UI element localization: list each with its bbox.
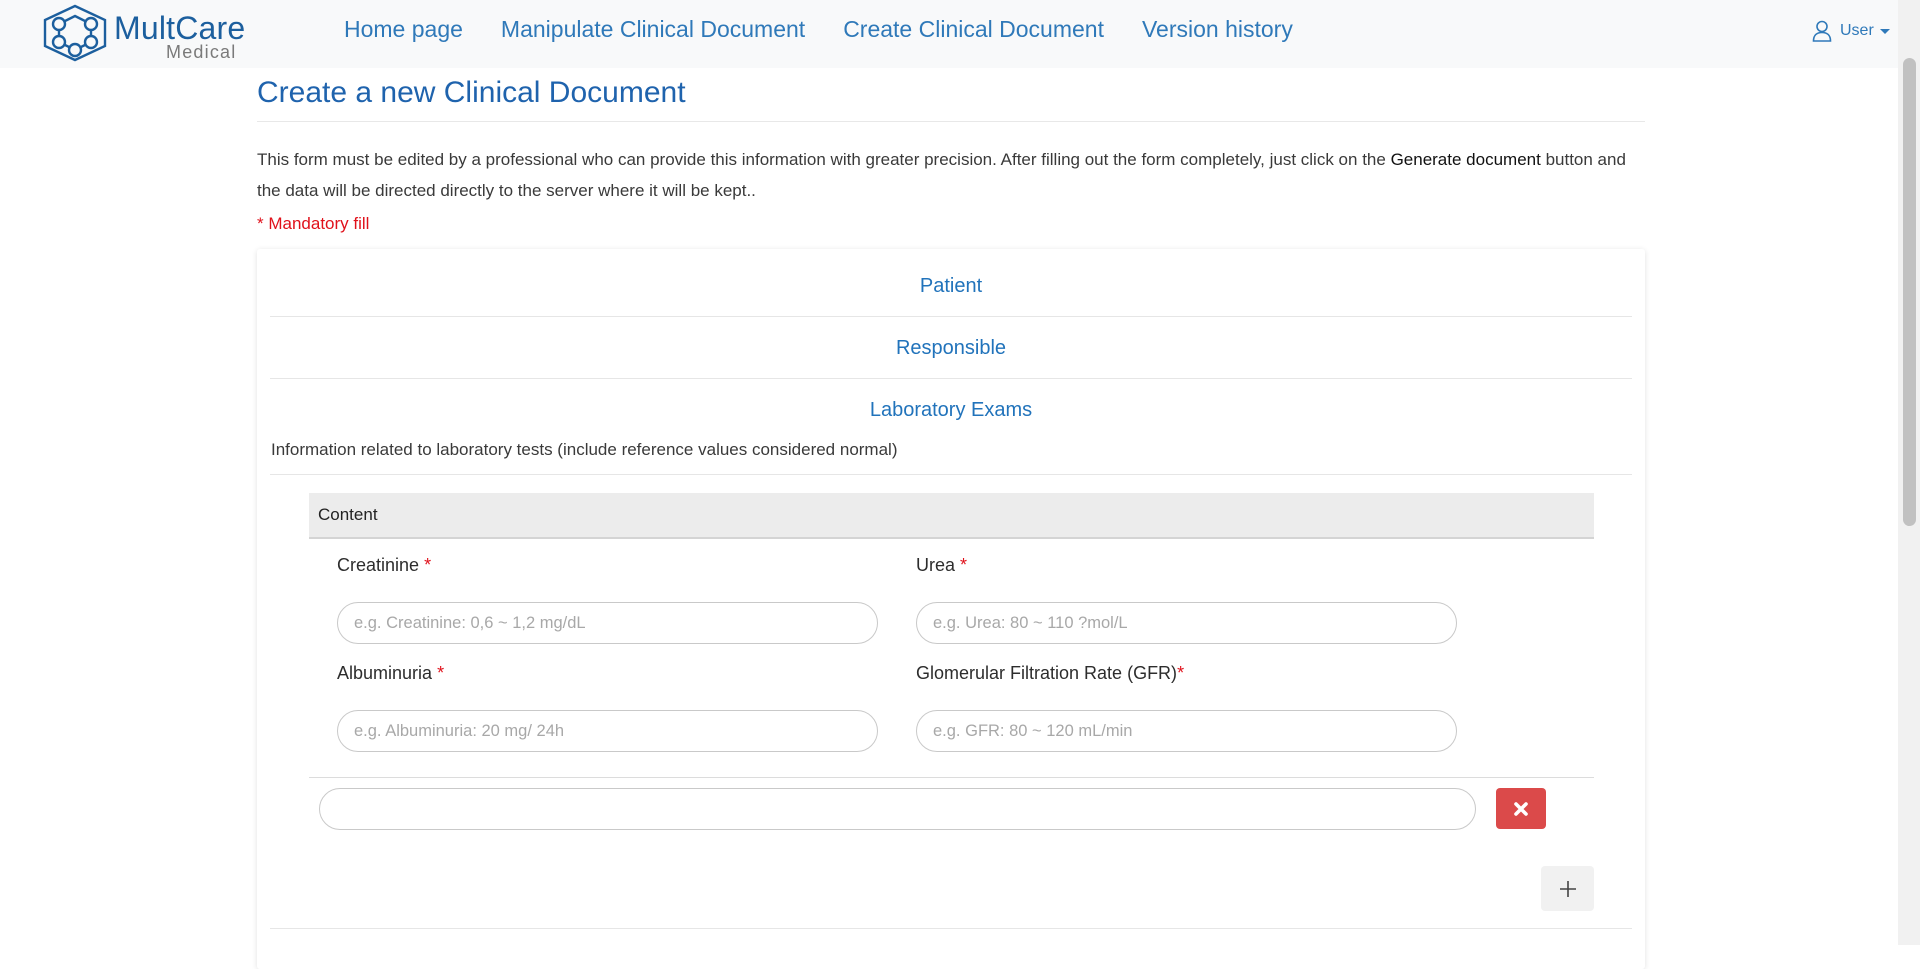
nav-home-link[interactable]: Home page <box>344 16 463 43</box>
form-card: Patient Responsible Laboratory Exams Inf… <box>257 249 1645 969</box>
user-dropdown[interactable]: User <box>1812 20 1890 42</box>
required-marker: * <box>424 555 432 575</box>
required-marker: * <box>1177 663 1185 683</box>
plus-icon <box>1559 880 1576 897</box>
section-divider <box>270 378 1632 379</box>
caret-down-icon <box>1879 28 1890 34</box>
top-navbar: MultCare Medical Home page Manipulate Cl… <box>0 0 1898 68</box>
creatinine-label-text: Creatinine <box>337 555 420 575</box>
hexagon-logo-icon <box>43 4 107 62</box>
gfr-label: Glomerular Filtration Rate (GFR)* <box>916 663 1184 684</box>
albuminuria-label-text: Albuminuria <box>337 663 433 683</box>
creatinine-input[interactable] <box>337 602 878 644</box>
user-label: User <box>1840 22 1874 39</box>
title-divider <box>257 121 1645 122</box>
gfr-input[interactable] <box>916 710 1457 752</box>
additional-content-input[interactable] <box>319 788 1476 830</box>
section-laboratory-exams[interactable]: Laboratory Exams <box>270 399 1632 422</box>
intro-generate-document: Generate document <box>1390 150 1541 169</box>
nav-create-document-link[interactable]: Create Clinical Document <box>843 16 1104 43</box>
brand-logo[interactable]: MultCare Medical <box>34 2 245 64</box>
urea-input[interactable] <box>916 602 1457 644</box>
creatinine-label: Creatinine * <box>337 555 431 576</box>
urea-label-text: Urea <box>916 555 956 575</box>
close-icon <box>1514 801 1528 816</box>
content-divider <box>309 777 1594 778</box>
albuminuria-input[interactable] <box>337 710 878 752</box>
urea-label: Urea * <box>916 555 967 576</box>
content-heading: Content <box>309 493 1594 539</box>
nav-version-history-link[interactable]: Version history <box>1142 16 1293 43</box>
remove-entry-button[interactable] <box>1496 788 1546 829</box>
section-patient[interactable]: Patient <box>270 275 1632 298</box>
user-icon <box>1812 20 1832 42</box>
required-marker: * <box>960 555 968 575</box>
page-title: Create a new Clinical Document <box>257 76 686 109</box>
section-divider <box>270 316 1632 317</box>
mandatory-note: * Mandatory fill <box>257 214 370 233</box>
brand-subtitle: Medical <box>166 42 237 62</box>
intro-text: This form must be edited by a profession… <box>257 150 1386 169</box>
scrollbar-thumb[interactable] <box>1903 58 1916 526</box>
lab-exams-description: Information related to laboratory tests … <box>271 440 898 459</box>
required-marker: * <box>437 663 445 683</box>
section-responsible[interactable]: Responsible <box>270 337 1632 360</box>
add-entry-button[interactable] <box>1541 866 1594 911</box>
main-nav: Home page Manipulate Clinical Document C… <box>344 16 1293 43</box>
nav-manipulate-document-link[interactable]: Manipulate Clinical Document <box>501 16 805 43</box>
albuminuria-label: Albuminuria * <box>337 663 444 684</box>
gfr-label-text: Glomerular Filtration Rate (GFR) <box>916 663 1178 683</box>
intro-paragraph: This form must be edited by a profession… <box>257 144 1649 206</box>
section-divider <box>270 474 1632 475</box>
section-divider <box>270 928 1632 929</box>
